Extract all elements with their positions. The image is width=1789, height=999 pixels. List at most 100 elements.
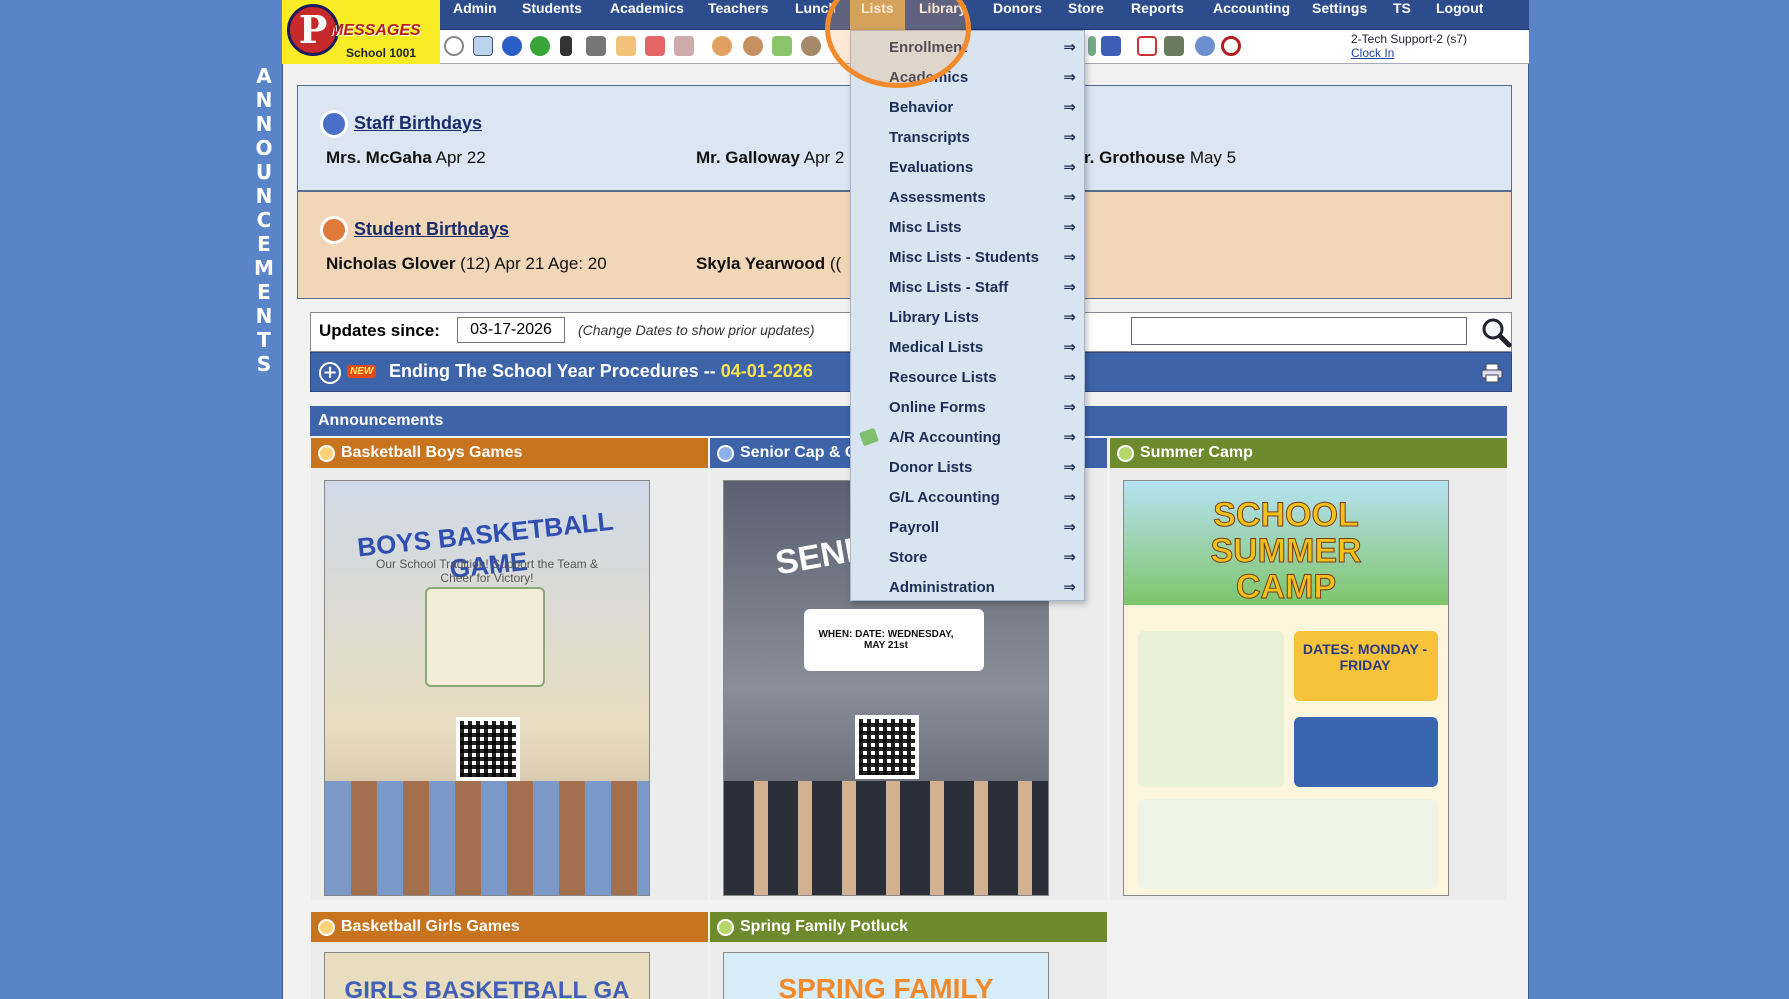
logo-school-name: School 1001 (346, 46, 417, 60)
notes-icon[interactable] (616, 36, 636, 56)
arrow-right-icon: ⇒ (1063, 278, 1076, 296)
poster-image[interactable]: SCHOOL SUMMER CAMP DATES: MONDAY - FRIDA… (1123, 480, 1449, 896)
nav-logout[interactable]: Logout (1436, 0, 1483, 30)
student-birthdays-heading[interactable]: Student Birthdays (320, 216, 509, 244)
staff-birthday-entry: r. Grothouse May 5 (1084, 148, 1237, 167)
menu-item-donor-lists[interactable]: Donor Lists ⇒ (851, 453, 1084, 483)
arrow-right-icon: ⇒ (1063, 338, 1076, 356)
menu-item-ar-accounting[interactable]: A/R Accounting ⇒ (851, 423, 1084, 453)
top-nav: Admin Students Academics Teachers Lunch … (440, 0, 1529, 30)
card-header[interactable]: Basketball Girls Games (311, 912, 708, 942)
menu-item-library-lists[interactable]: Library Lists ⇒ (851, 303, 1084, 333)
calendar-grid-icon[interactable] (473, 36, 493, 56)
nav-academics[interactable]: Academics (610, 0, 684, 30)
search-icon[interactable] (444, 36, 464, 56)
announcement-card[interactable]: Basketball Boys Games BOYS BASKETBALL GA… (311, 438, 708, 900)
search-icon[interactable] (1479, 315, 1513, 349)
menu-item-evaluations[interactable]: Evaluations ⇒ (851, 153, 1084, 183)
phone-icon[interactable] (560, 36, 572, 56)
card-header[interactable]: Summer Camp (1110, 438, 1507, 468)
megaphone-icon[interactable] (674, 36, 694, 56)
menu-item-misc-lists-staff[interactable]: Misc Lists - Staff ⇒ (851, 273, 1084, 303)
nav-store[interactable]: Store (1068, 0, 1104, 30)
email-at-icon[interactable] (502, 36, 522, 56)
nav-teachers[interactable]: Teachers (708, 0, 768, 30)
report-icon[interactable] (1088, 36, 1096, 56)
menu-item-payroll[interactable]: Payroll ⇒ (851, 513, 1084, 543)
side-label-letter: N (255, 184, 273, 208)
poster-image[interactable]: SPRING FAMILY (723, 952, 1049, 999)
student-birthday-entry: Skyla Yearwood (( (696, 254, 842, 273)
side-label-letter: A (256, 64, 272, 88)
menu-item-resource-lists[interactable]: Resource Lists ⇒ (851, 363, 1084, 393)
announcement-card[interactable]: Summer Camp SCHOOL SUMMER CAMP DATES: MO… (1110, 438, 1507, 900)
announcement-card[interactable]: Basketball Girls Games GIRLS BASKETBALL … (311, 912, 708, 999)
arrow-right-icon: ⇒ (1063, 68, 1076, 86)
nav-reports[interactable]: Reports (1131, 0, 1184, 30)
new-badge: NEW (347, 365, 377, 378)
student-icon[interactable] (712, 36, 732, 56)
arrow-right-icon: ⇒ (1063, 428, 1076, 446)
expand-icon[interactable]: + (319, 362, 341, 384)
announcement-card[interactable]: Spring Family Potluck SPRING FAMILY (710, 912, 1107, 999)
gear-icon (318, 919, 335, 936)
updates-date-input[interactable]: 03-17-2026 (457, 317, 565, 343)
help-icon[interactable] (1195, 36, 1215, 56)
menu-item-online-forms[interactable]: Online Forms ⇒ (851, 393, 1084, 423)
poster-image[interactable]: GIRLS BASKETBALL GA (324, 952, 650, 999)
menu-item-store[interactable]: Store ⇒ (851, 543, 1084, 573)
nav-admin[interactable]: Admin (453, 0, 497, 30)
power-icon[interactable] (1221, 36, 1241, 56)
side-label-letter: S (256, 352, 272, 376)
family-icon[interactable] (801, 36, 821, 56)
updates-since-label: Updates since: (319, 321, 440, 340)
nav-accounting[interactable]: Accounting (1213, 0, 1290, 30)
search-input[interactable] (1131, 317, 1467, 345)
card-header[interactable]: Spring Family Potluck (710, 912, 1107, 942)
side-label-letter: N (255, 112, 273, 136)
arrow-right-icon: ⇒ (1063, 458, 1076, 476)
poster-image[interactable]: BOYS BASKETBALL GAME Our School Traditio… (324, 480, 650, 896)
ap-icon[interactable] (1101, 36, 1121, 56)
arrow-right-icon: ⇒ (1063, 218, 1076, 236)
arrow-right-icon: ⇒ (1063, 368, 1076, 386)
gear-icon (717, 445, 734, 462)
menu-item-medical-lists[interactable]: Medical Lists ⇒ (851, 333, 1084, 363)
menu-item-behavior[interactable]: Behavior ⇒ (851, 93, 1084, 123)
speaker-icon[interactable] (586, 36, 606, 56)
side-label-letter: N (255, 88, 273, 112)
menu-item-misc-lists[interactable]: Misc Lists ⇒ (851, 213, 1084, 243)
gear-icon (717, 919, 734, 936)
menu-item-administration[interactable]: Administration ⇒ (851, 573, 1084, 603)
side-label-letter: N (255, 304, 273, 328)
printer-icon[interactable] (1481, 363, 1503, 383)
side-label-letter: E (257, 232, 271, 256)
arrow-right-icon: ⇒ (1063, 398, 1076, 416)
calendar-icon[interactable] (645, 36, 665, 56)
pdf-icon[interactable] (1137, 36, 1157, 56)
staff-birthday-entry: Mr. Galloway Apr 2 (696, 148, 845, 167)
teacher-icon[interactable] (743, 36, 763, 56)
staff-birthdays-heading[interactable]: Staff Birthdays (320, 110, 482, 138)
chat-icon[interactable] (530, 36, 550, 56)
clock-in-link[interactable]: Clock In (1351, 46, 1467, 60)
side-label-letter: C (256, 208, 272, 232)
app-logo[interactable]: P MESSAGES School 1001 (282, 0, 440, 64)
arrow-right-icon: ⇒ (1063, 128, 1076, 146)
menu-item-gl-accounting[interactable]: G/L Accounting ⇒ (851, 483, 1084, 513)
side-label-letter: E (257, 280, 271, 304)
procedure-title[interactable]: Ending The School Year Procedures -- 04-… (389, 361, 813, 382)
cash-icon[interactable] (1164, 36, 1184, 56)
menu-item-misc-lists-students[interactable]: Misc Lists - Students ⇒ (851, 243, 1084, 273)
card-header[interactable]: Basketball Boys Games (311, 438, 708, 468)
money-icon[interactable] (772, 36, 792, 56)
nav-donors[interactable]: Donors (993, 0, 1042, 30)
menu-item-transcripts[interactable]: Transcripts ⇒ (851, 123, 1084, 153)
student-birthday-entry: Nicholas Glover (12) Apr 21 Age: 20 (326, 254, 607, 273)
student-birthdays-title: Student Birthdays (354, 218, 510, 239)
menu-item-assessments[interactable]: Assessments ⇒ (851, 183, 1084, 213)
nav-students[interactable]: Students (522, 0, 582, 30)
cake-icon (320, 110, 348, 138)
nav-settings[interactable]: Settings (1312, 0, 1367, 30)
nav-ts[interactable]: TS (1393, 0, 1411, 30)
